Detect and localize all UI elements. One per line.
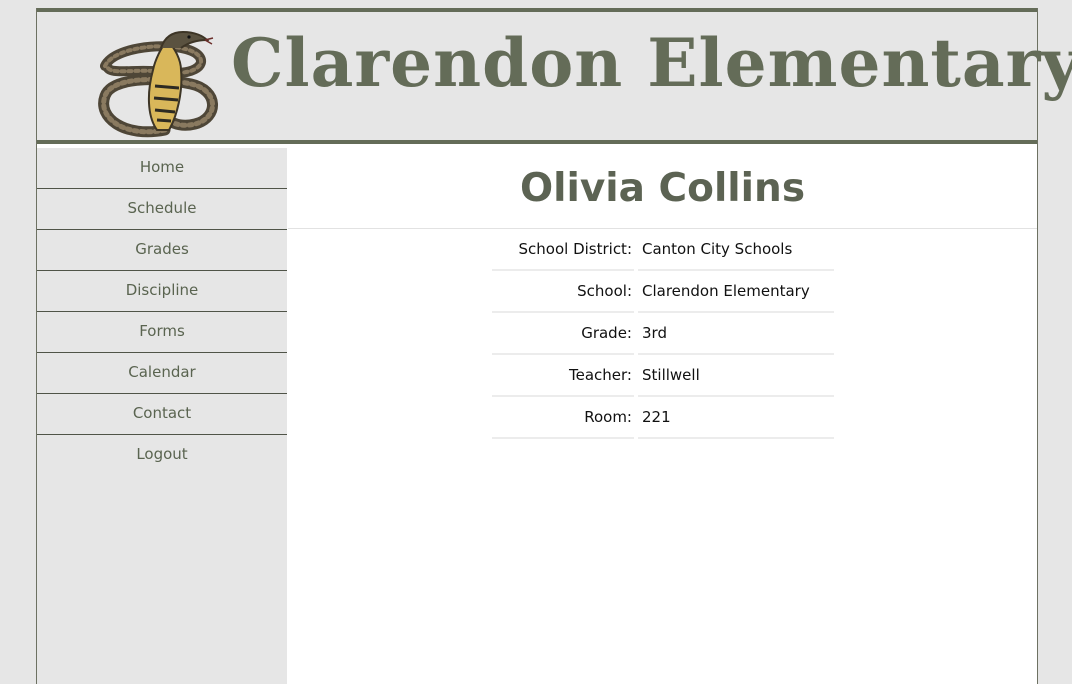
site-header: Clarendon Elementary bbox=[37, 8, 1072, 144]
detail-label: Teacher: bbox=[492, 355, 634, 397]
sidebar-item-home[interactable]: Home bbox=[37, 148, 287, 189]
detail-value: Stillwell bbox=[638, 355, 834, 397]
sidebar-item-forms[interactable]: Forms bbox=[37, 312, 287, 353]
sidebar-nav: Home Schedule Grades Discipline Forms Ca… bbox=[37, 148, 287, 684]
sidebar-item-discipline[interactable]: Discipline bbox=[37, 271, 287, 312]
detail-value: Canton City Schools bbox=[638, 229, 834, 271]
main-content: Olivia Collins School District: Canton C… bbox=[288, 148, 1037, 684]
detail-value: 221 bbox=[638, 397, 834, 439]
table-row: Grade: 3rd bbox=[492, 313, 834, 355]
sidebar-item-logout[interactable]: Logout bbox=[37, 435, 287, 475]
detail-value: Clarendon Elementary bbox=[638, 271, 834, 313]
student-info-table: School District: Canton City Schools Sch… bbox=[488, 229, 838, 439]
sidebar-item-grades[interactable]: Grades bbox=[37, 230, 287, 271]
page-frame: Clarendon Elementary Home Schedule Grade… bbox=[36, 8, 1072, 684]
site-title: Clarendon Elementary bbox=[231, 24, 1072, 102]
student-name-heading: Olivia Collins bbox=[288, 148, 1037, 229]
sidebar-item-contact[interactable]: Contact bbox=[37, 394, 287, 435]
table-row: School: Clarendon Elementary bbox=[492, 271, 834, 313]
detail-label: School District: bbox=[492, 229, 634, 271]
detail-label: Grade: bbox=[492, 313, 634, 355]
table-row: Room: 221 bbox=[492, 397, 834, 439]
table-row: Teacher: Stillwell bbox=[492, 355, 834, 397]
detail-value: 3rd bbox=[638, 313, 834, 355]
sidebar-item-schedule[interactable]: Schedule bbox=[37, 189, 287, 230]
detail-label: School: bbox=[492, 271, 634, 313]
table-row: School District: Canton City Schools bbox=[492, 229, 834, 271]
sidebar-item-calendar[interactable]: Calendar bbox=[37, 353, 287, 394]
cobra-snake-icon bbox=[98, 30, 218, 138]
detail-label: Room: bbox=[492, 397, 634, 439]
